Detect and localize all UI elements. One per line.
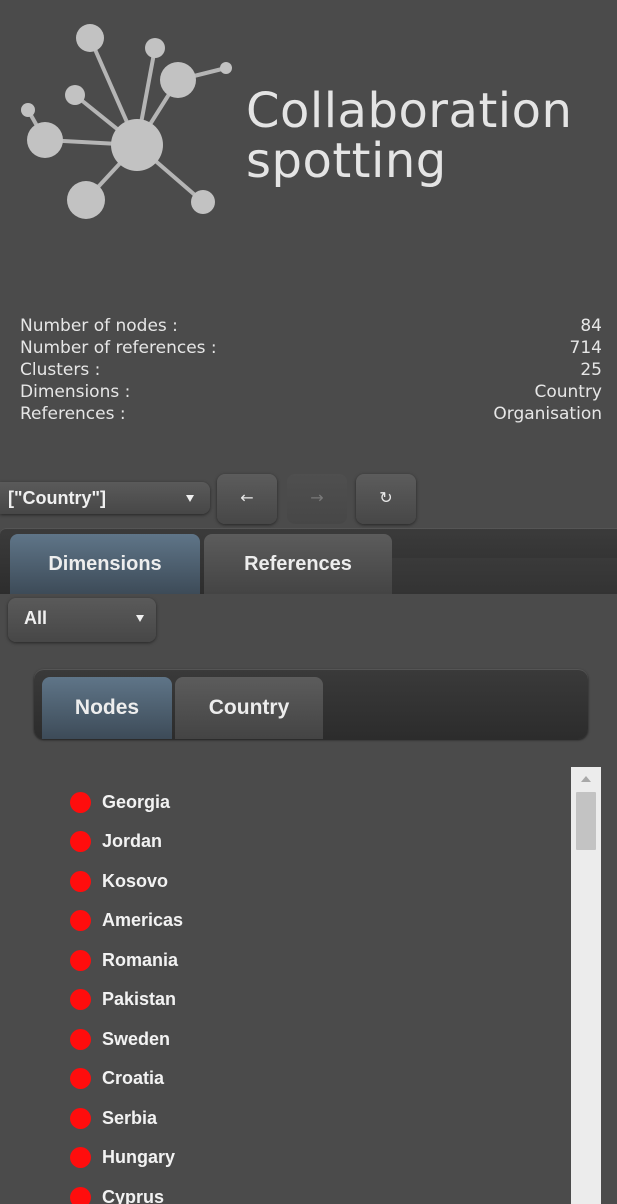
logo-line-2: spotting [246, 133, 447, 189]
stat-label: Clusters : [20, 360, 101, 380]
scroll-thumb[interactable] [576, 792, 596, 850]
main-tabbar: Dimensions References [0, 528, 617, 594]
stat-row-clusters: Clusters : 25 [20, 359, 602, 381]
node-label: Hungary [102, 1146, 176, 1167]
refresh-button[interactable]: ↻ [356, 474, 416, 524]
node-label: Cyprus [102, 1186, 165, 1204]
dimension-select[interactable]: ["Country"] [0, 482, 210, 514]
node-label: Sweden [102, 1028, 171, 1049]
list-item[interactable]: Georgia [70, 782, 170, 822]
node-label: Pakistan [102, 988, 177, 1009]
node-dot-icon [70, 791, 91, 813]
list-scrollbar[interactable] [571, 767, 601, 1204]
filter-select[interactable]: All [8, 598, 156, 642]
list-item[interactable]: Cyprus [70, 1177, 164, 1204]
list-item[interactable]: Jordan [70, 821, 162, 861]
stat-label: Dimensions : [20, 382, 131, 402]
node-dot-icon [70, 1146, 91, 1168]
node-list: Georgia Jordan Kosovo Americas Romania P… [0, 780, 560, 1204]
list-item[interactable]: Americas [70, 900, 183, 940]
arrow-up-icon [581, 776, 591, 782]
list-item[interactable]: Croatia [70, 1058, 164, 1098]
stat-row-reference-type: References : Organisation [20, 403, 602, 425]
arrow-right-icon: → [310, 488, 324, 507]
stat-row-references: Number of references : 714 [20, 337, 602, 359]
chevron-down-icon [186, 495, 194, 502]
node-dot-icon [70, 870, 91, 892]
list-item[interactable]: Pakistan [70, 979, 176, 1019]
list-item[interactable]: Romania [70, 940, 178, 980]
node-dot-icon [70, 1028, 91, 1050]
tabbar-stripe [392, 558, 617, 594]
toolbar: ["Country"] ← → ↻ [0, 474, 617, 524]
node-label: Kosovo [102, 870, 169, 891]
stat-value: 25 [580, 360, 602, 380]
stat-value: 714 [569, 338, 602, 358]
node-dot-icon [70, 949, 91, 971]
arrow-left-icon: ← [240, 488, 254, 507]
forward-button[interactable]: → [287, 474, 347, 524]
chevron-down-icon [136, 615, 144, 622]
list-item[interactable]: Kosovo [70, 861, 168, 901]
stat-label: Number of references : [20, 338, 217, 358]
list-item[interactable]: Hungary [70, 1137, 175, 1177]
node-label: Croatia [102, 1067, 165, 1088]
node-label: Americas [102, 909, 184, 930]
stat-label: Number of nodes : [20, 316, 178, 336]
graph-stats: Number of nodes : 84 Number of reference… [20, 315, 602, 425]
logo: Collaboration spotting [0, 0, 617, 240]
node-label: Georgia [102, 791, 171, 812]
stat-row-nodes: Number of nodes : 84 [20, 315, 602, 337]
node-dot-icon [70, 1186, 91, 1204]
tab-references[interactable]: References [204, 534, 392, 594]
refresh-icon: ↻ [379, 488, 393, 507]
scroll-up-button[interactable] [571, 767, 601, 791]
stat-value: 84 [580, 316, 602, 336]
stat-value: Country [534, 382, 602, 402]
sub-tabbar: Nodes Country [34, 669, 588, 739]
list-item[interactable]: Sweden [70, 1019, 170, 1059]
app-root: Collaboration spotting Number of nodes :… [0, 0, 617, 1204]
node-dot-icon [70, 988, 91, 1010]
logo-text: Collaboration spotting [246, 86, 572, 186]
filter-select-value: All [24, 608, 48, 628]
tab-country[interactable]: Country [175, 677, 323, 739]
node-dot-icon [70, 1107, 91, 1129]
list-item[interactable]: Serbia [70, 1098, 157, 1138]
stat-row-dimensions: Dimensions : Country [20, 381, 602, 403]
back-button[interactable]: ← [217, 474, 277, 524]
tab-dimensions[interactable]: Dimensions [10, 534, 200, 594]
network-logo-icon [21, 24, 232, 219]
tab-nodes[interactable]: Nodes [42, 677, 172, 739]
node-label: Jordan [102, 830, 163, 851]
node-dot-icon [70, 1067, 91, 1089]
node-label: Romania [102, 949, 179, 970]
stat-label: References : [20, 404, 126, 424]
logo-line-1: Collaboration [246, 83, 573, 139]
node-dot-icon [70, 830, 91, 852]
stat-value: Organisation [493, 404, 602, 424]
node-label: Serbia [102, 1107, 158, 1128]
dimension-select-value: ["Country"] [8, 488, 107, 508]
node-dot-icon [70, 909, 91, 931]
